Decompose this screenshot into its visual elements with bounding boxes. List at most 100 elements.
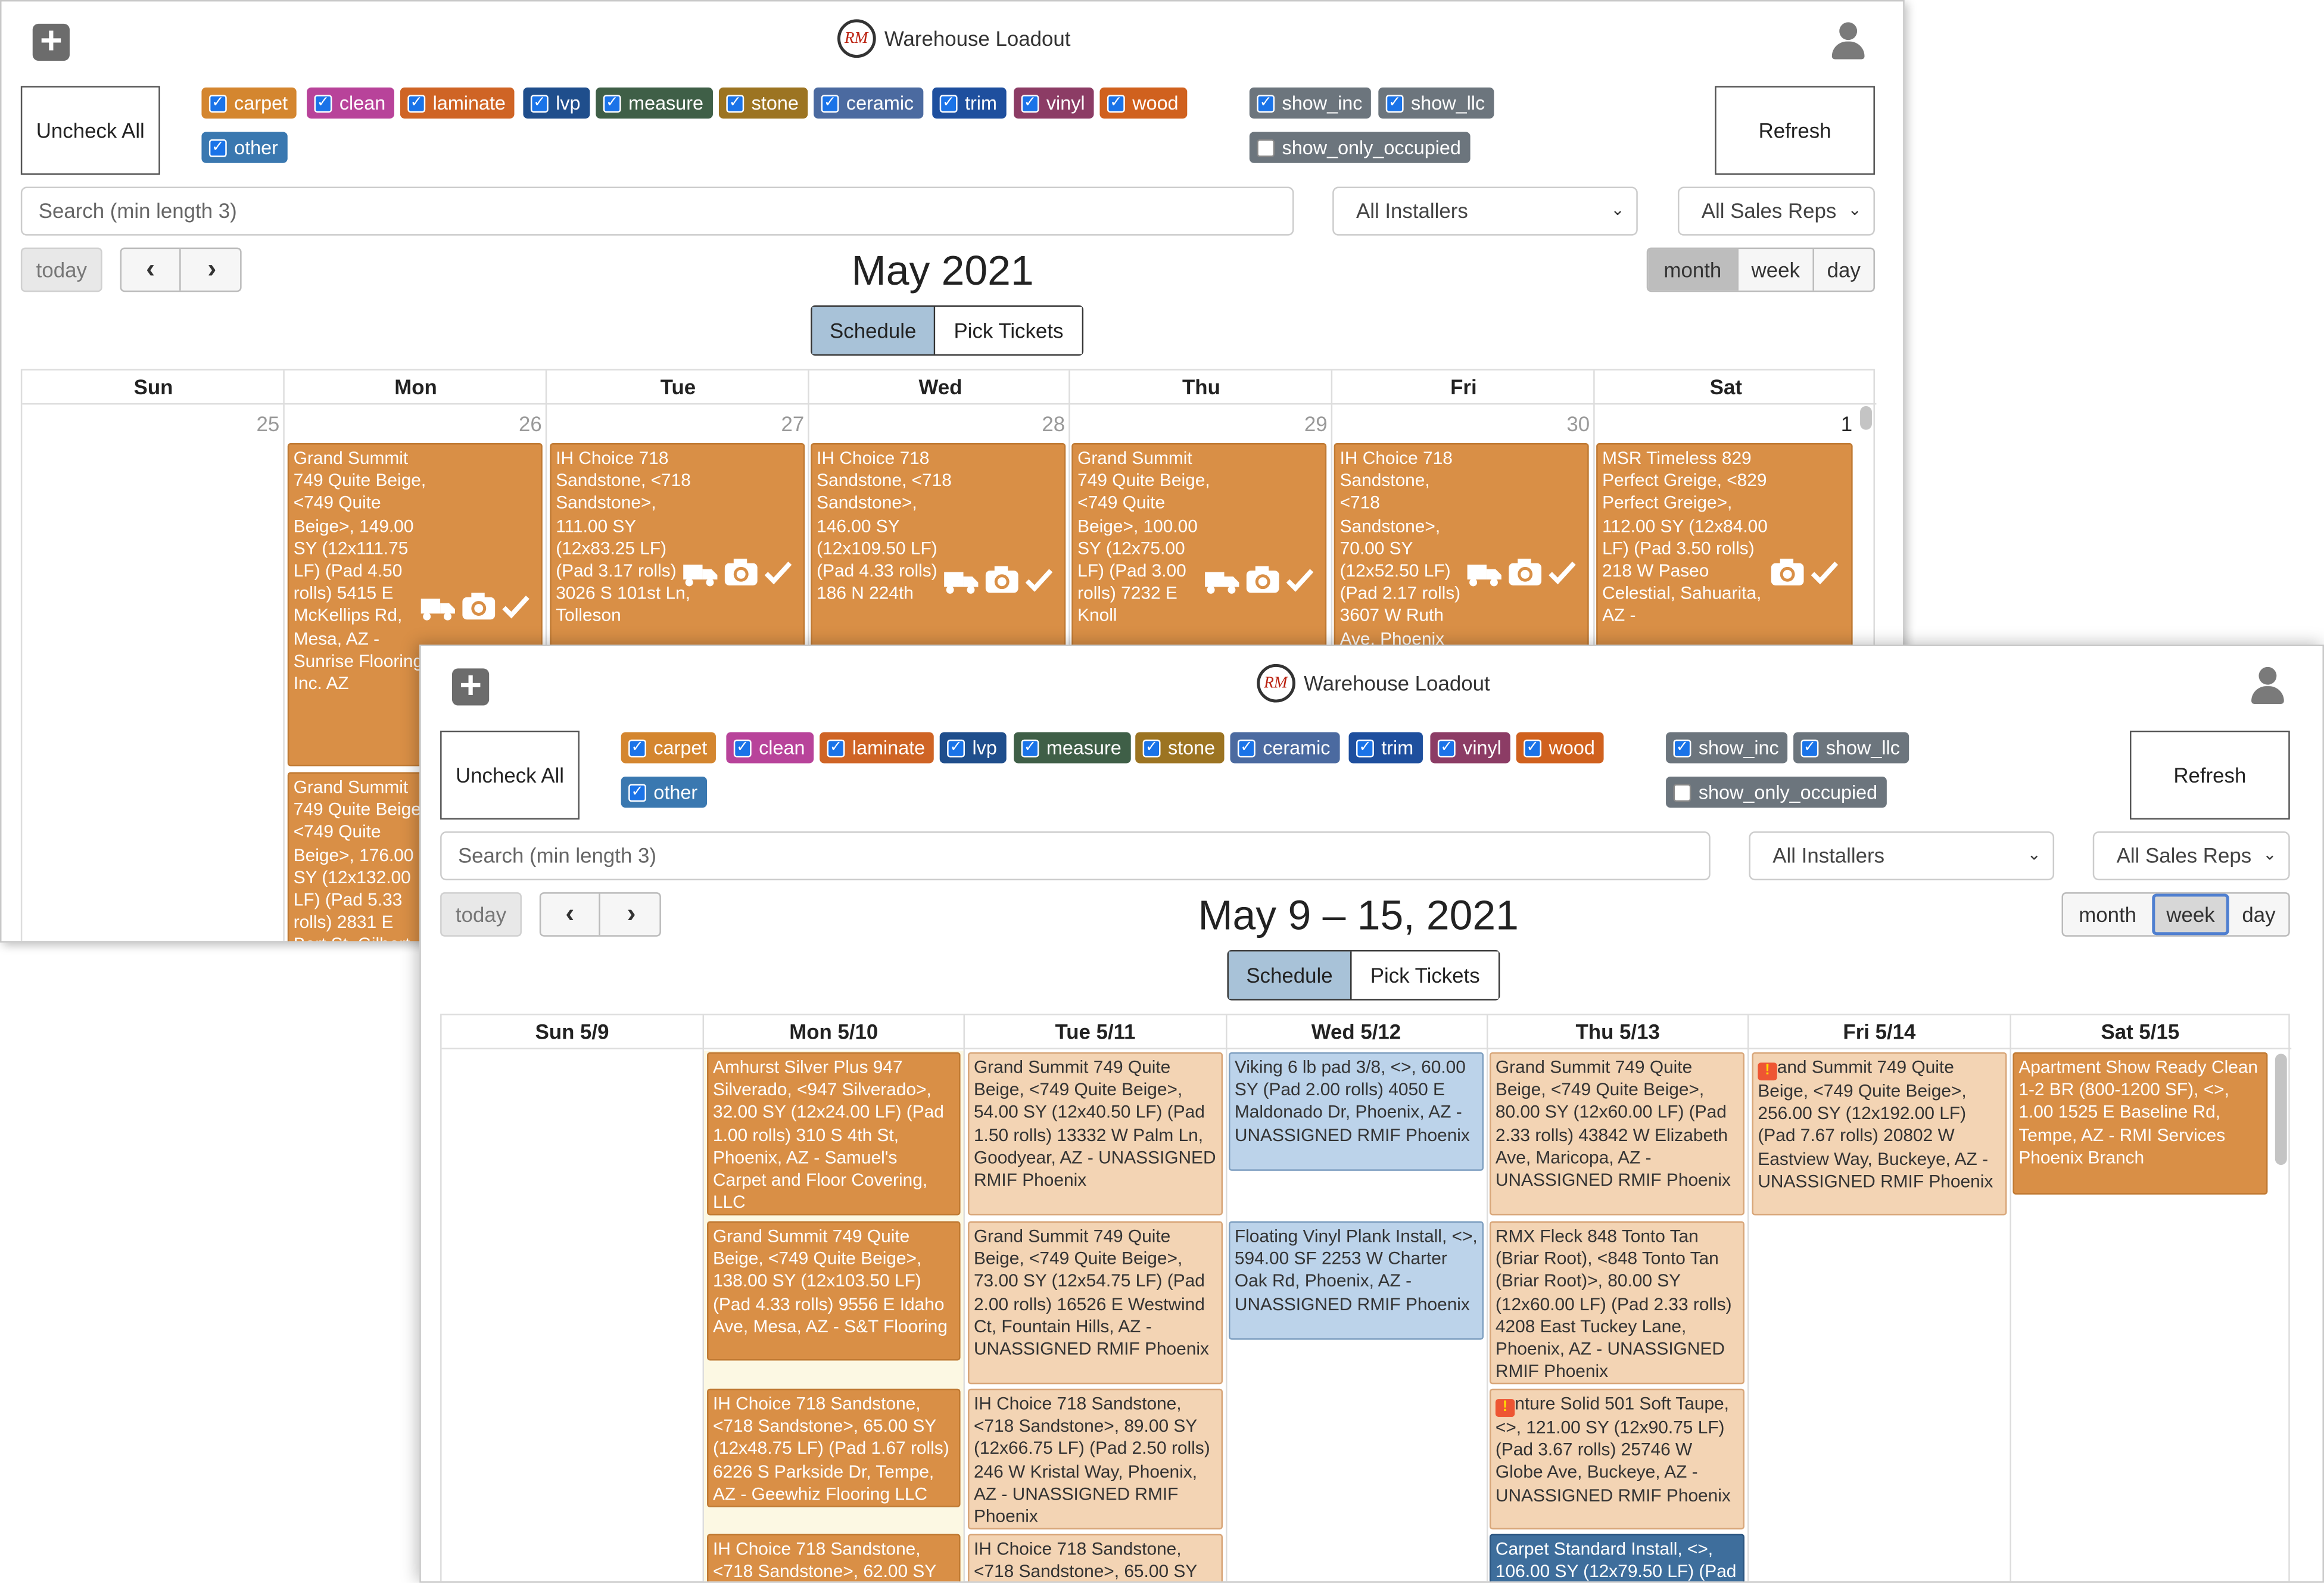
day-view-button[interactable]: day — [1814, 249, 1874, 291]
week-event-card[interactable]: IH Choice 718 Sandstone, <718 Sandstone>… — [967, 1534, 1223, 1582]
toggle-show-inc[interactable]: ✓ show_inc — [1249, 87, 1372, 119]
week-event-card[interactable]: Grand Summit 749 Quite Beige, <749 Quite… — [967, 1052, 1223, 1216]
week-event-card[interactable]: ! and Summit 749 Quite Beige, <749 Quite … — [1752, 1052, 2007, 1216]
week-event-card[interactable]: IH Choice 718 Sandstone, <718 Sandstone>… — [707, 1534, 961, 1582]
toggle-show-only-occupied[interactable]: show_only_occupied — [1666, 776, 1887, 808]
filter-stone[interactable]: ✓ stone — [718, 87, 808, 119]
toggle-show-inc[interactable]: ✓ show_inc — [1666, 732, 1788, 764]
sales-reps-select[interactable]: All Sales Reps ⌄ — [1677, 186, 1875, 236]
sales-reps-select[interactable]: All Sales Reps ⌄ — [2092, 831, 2290, 881]
filter-vinyl[interactable]: ✓ vinyl — [1014, 87, 1094, 119]
uncheck-all-button[interactable]: Uncheck All — [20, 86, 160, 175]
checkbox-icon[interactable]: ✓ — [1021, 739, 1039, 758]
filter-clean[interactable]: ✓ clean — [307, 87, 395, 119]
checkbox-icon[interactable] — [1257, 139, 1275, 157]
refresh-button[interactable]: Refresh — [2129, 730, 2290, 820]
filter-clean[interactable]: ✓ clean — [726, 732, 814, 764]
checkbox-icon[interactable]: ✓ — [726, 95, 744, 113]
search-input[interactable]: Search (min length 3) — [440, 831, 1711, 881]
checkbox-icon[interactable]: ✓ — [407, 95, 426, 113]
filter-other[interactable]: ✓ other — [621, 776, 707, 808]
filter-stone[interactable]: ✓ stone — [1135, 732, 1225, 764]
filter-measure[interactable]: ✓ measure — [596, 87, 712, 119]
scrollbar[interactable] — [1860, 406, 1872, 430]
checkbox-icon[interactable]: ✓ — [1237, 739, 1256, 758]
week-event-card[interactable]: Grand Summit 749 Quite Beige, <749 Quite… — [967, 1221, 1223, 1385]
filter-measure[interactable]: ✓ measure — [1014, 732, 1130, 764]
filter-trim[interactable]: ✓ trim — [1348, 732, 1423, 764]
schedule-tab[interactable]: Schedule — [812, 307, 936, 354]
toggle-show-llc[interactable]: ✓ show_llc — [1378, 87, 1494, 119]
filter-lvp[interactable]: ✓ lvp — [523, 87, 590, 119]
user-icon[interactable] — [2250, 666, 2286, 706]
checkbox-icon[interactable]: ✓ — [1673, 739, 1691, 758]
checkbox-icon[interactable]: ✓ — [947, 739, 965, 758]
filter-wood[interactable]: ✓ wood — [1516, 732, 1604, 764]
filter-vinyl[interactable]: ✓ vinyl — [1430, 732, 1510, 764]
week-event-card[interactable]: ! nture Solid 501 Soft Taupe, <>, 121.00 … — [1489, 1388, 1744, 1530]
checkbox-icon[interactable]: ✓ — [530, 95, 549, 113]
checkbox-icon[interactable]: ✓ — [1257, 95, 1275, 113]
week-event-card[interactable]: Floating Vinyl Plank Install, <>, 594.00… — [1228, 1221, 1484, 1340]
day-view-button[interactable]: day — [2229, 894, 2289, 936]
search-input[interactable]: Search (min length 3) — [20, 186, 1294, 236]
checkbox-icon[interactable]: ✓ — [208, 95, 227, 113]
week-event-card[interactable]: RMX Fleck 848 Tonto Tan (Briar Root), <8… — [1489, 1221, 1744, 1385]
checkbox-icon[interactable]: ✓ — [1437, 739, 1456, 758]
checkbox-icon[interactable]: ✓ — [1142, 739, 1161, 758]
filter-laminate[interactable]: ✓ laminate — [400, 87, 515, 119]
scrollbar[interactable] — [2275, 1054, 2287, 1165]
checkbox-icon[interactable]: ✓ — [603, 95, 621, 113]
month-event-card[interactable]: MSR Timeless 829 Perfect Greige, <829 Pe… — [1596, 443, 1853, 651]
week-event-card[interactable]: IH Choice 718 Sandstone, <718 Sandstone>… — [967, 1388, 1223, 1530]
checkbox-icon[interactable]: ✓ — [1356, 739, 1374, 758]
month-view-button[interactable]: month — [1648, 249, 1737, 291]
checkbox-icon[interactable]: ✓ — [821, 95, 839, 113]
week-event-card[interactable]: Amhurst Silver Plus 947 Silverado, <947 … — [707, 1052, 961, 1216]
week-event-card[interactable]: Carpet Standard Install, <>, 106.00 SY (… — [1489, 1534, 1744, 1582]
uncheck-all-button[interactable]: Uncheck All — [440, 730, 580, 820]
checkbox-icon[interactable]: ✓ — [1107, 95, 1125, 113]
toggle-show-only-occupied[interactable]: show_only_occupied — [1249, 132, 1470, 163]
week-event-card[interactable]: Grand Summit 749 Quite Beige, <749 Quite… — [707, 1221, 961, 1361]
checkbox-icon[interactable] — [1673, 784, 1691, 802]
checkbox-icon[interactable]: ✓ — [208, 139, 227, 157]
month-event-card[interactable]: Grand Summit 749 Quite Beige, <749 Quite… — [1071, 443, 1327, 651]
checkbox-icon[interactable]: ✓ — [939, 95, 958, 113]
month-event-card[interactable]: IH Choice 718 Sandstone, <718 Sandstone>… — [550, 443, 805, 651]
month-event-card[interactable]: IH Choice 718 Sandstone, <718 Sandstone>… — [811, 443, 1066, 651]
installers-select[interactable]: All Installers ⌄ — [1332, 186, 1638, 236]
checkbox-icon[interactable]: ✓ — [1524, 739, 1542, 758]
checkbox-icon[interactable]: ✓ — [1800, 739, 1819, 758]
week-event-card[interactable]: Viking 6 lb pad 3/8, <>, 60.00 SY (Pad 2… — [1228, 1052, 1484, 1171]
filter-trim[interactable]: ✓ trim — [932, 87, 1006, 119]
checkbox-icon[interactable]: ✓ — [628, 739, 646, 758]
week-view-button[interactable]: week — [2152, 893, 2229, 936]
checkbox-icon[interactable]: ✓ — [733, 739, 752, 758]
schedule-tab[interactable]: Schedule — [1228, 951, 1352, 999]
installers-select[interactable]: All Installers ⌄ — [1749, 831, 2055, 881]
filter-other[interactable]: ✓ other — [201, 132, 287, 163]
pick-tickets-tab[interactable]: Pick Tickets — [935, 307, 1082, 354]
checkbox-icon[interactable]: ✓ — [628, 784, 646, 802]
filter-lvp[interactable]: ✓ lvp — [939, 732, 1006, 764]
checkbox-icon[interactable]: ✓ — [314, 95, 332, 113]
filter-wood[interactable]: ✓ wood — [1099, 87, 1188, 119]
user-icon[interactable] — [1830, 22, 1866, 61]
filter-carpet[interactable]: ✓ carpet — [621, 732, 716, 764]
week-event-card[interactable]: IH Choice 718 Sandstone, <718 Sandstone>… — [707, 1388, 961, 1507]
filter-carpet[interactable]: ✓ carpet — [201, 87, 297, 119]
month-view-button[interactable]: month — [2063, 894, 2152, 936]
week-view-button[interactable]: week — [1737, 249, 1814, 291]
toggle-show-llc[interactable]: ✓ show_llc — [1793, 732, 1909, 764]
filter-laminate[interactable]: ✓ laminate — [820, 732, 934, 764]
filter-ceramic[interactable]: ✓ ceramic — [1230, 732, 1339, 764]
week-event-card[interactable]: Grand Summit 749 Quite Beige, <749 Quite… — [1489, 1052, 1744, 1216]
checkbox-icon[interactable]: ✓ — [827, 739, 845, 758]
refresh-button[interactable]: Refresh — [1715, 86, 1875, 175]
checkbox-icon[interactable]: ✓ — [1021, 95, 1039, 113]
checkbox-icon[interactable]: ✓ — [1385, 95, 1404, 113]
pick-tickets-tab[interactable]: Pick Tickets — [1351, 951, 1499, 999]
filter-ceramic[interactable]: ✓ ceramic — [814, 87, 923, 119]
month-event-card[interactable]: IH Choice 718 Sandstone, <718 Sandstone>… — [1334, 443, 1589, 651]
